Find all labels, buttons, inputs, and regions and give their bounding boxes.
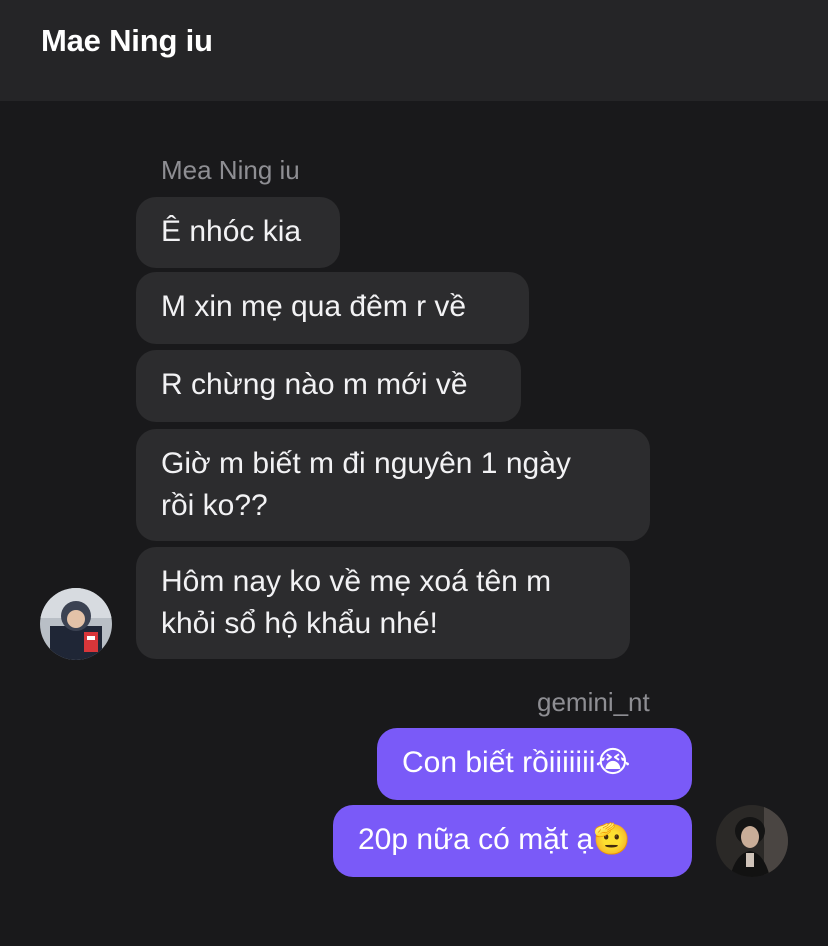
- incoming-message-bubble[interactable]: M xin mẹ qua đêm r về: [136, 272, 529, 344]
- message-text-line: khỏi sổ hộ khẩu nhé!: [161, 607, 438, 640]
- incoming-sender-name: Mea Ning iu: [161, 155, 300, 185]
- outgoing-sender-name: gemini_nt: [537, 687, 650, 717]
- outgoing-message-bubble[interactable]: 20p nữa có mặt ạ🫡: [333, 805, 692, 877]
- message-text: 20p nữa có mặt ạ🫡: [358, 823, 631, 856]
- message-text: Ê nhóc kia: [161, 215, 302, 248]
- avatar-photo: [716, 805, 788, 877]
- message-text-line: rồi ko??: [161, 489, 268, 522]
- message-text: R chừng nào m mới về: [161, 368, 468, 401]
- incoming-message-bubble[interactable]: Ê nhóc kia: [136, 197, 340, 268]
- message-text-line: Hôm nay ko về mẹ xoá tên m: [161, 565, 552, 598]
- chat-title[interactable]: Mae Ning iu: [41, 23, 213, 59]
- message-text-line: Giờ m biết m đi nguyên 1 ngày: [161, 447, 571, 480]
- incoming-message-bubble[interactable]: R chừng nào m mới về: [136, 350, 521, 422]
- message-text: M xin mẹ qua đêm r về: [161, 290, 467, 323]
- avatar-photo: [40, 588, 112, 660]
- incoming-message-bubble[interactable]: Hôm nay ko về mẹ xoá tên m khỏi sổ hộ kh…: [136, 547, 630, 659]
- incoming-message-bubble[interactable]: Giờ m biết m đi nguyên 1 ngày rồi ko??: [136, 429, 650, 541]
- outgoing-sender-avatar[interactable]: [716, 805, 788, 877]
- incoming-sender-avatar[interactable]: [40, 588, 112, 660]
- chat-header: Mae Ning iu: [0, 0, 828, 101]
- outgoing-message-bubble[interactable]: Con biết rồiiiiiii😭: [377, 728, 692, 800]
- message-text: Con biết rồiiiiiii😭: [402, 746, 631, 779]
